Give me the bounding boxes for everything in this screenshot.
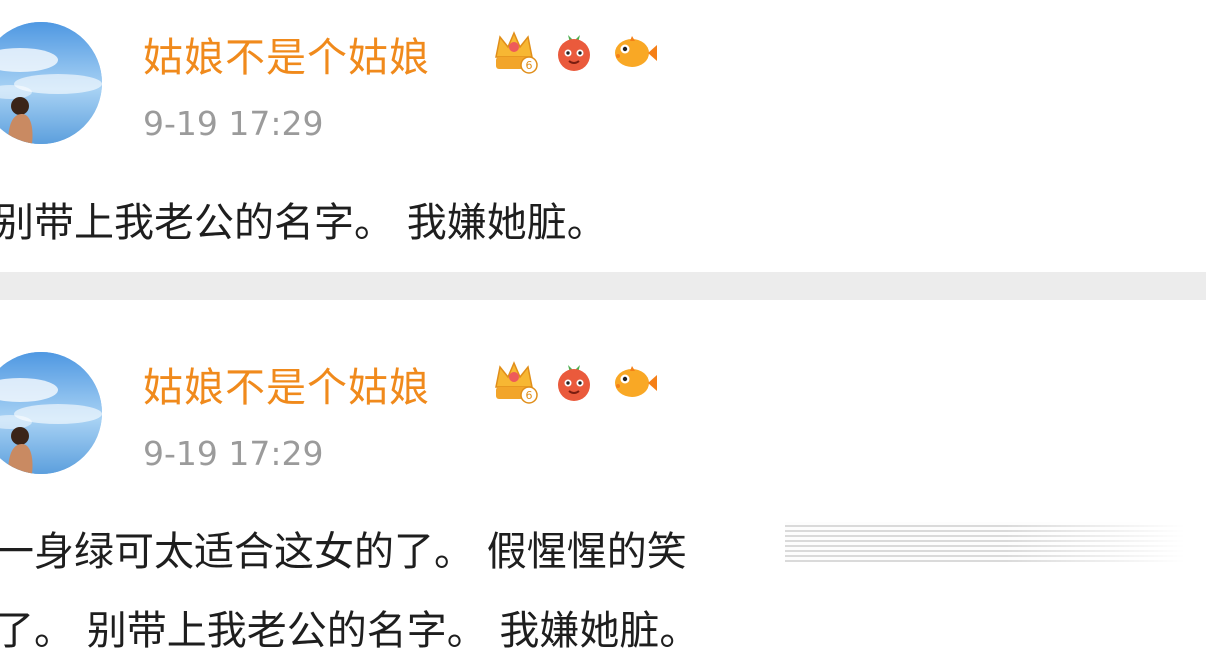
avatar[interactable]	[0, 352, 102, 474]
pufferfish-icon[interactable]	[610, 27, 658, 75]
redaction-blur	[785, 522, 1185, 562]
red-mascot-icon[interactable]	[550, 27, 598, 75]
user-badges: 6	[490, 27, 658, 75]
red-mascot-icon[interactable]	[550, 357, 598, 405]
username[interactable]: 姑娘不是个姑娘	[143, 355, 430, 413]
crown-level-badge-icon[interactable]: 6	[490, 27, 538, 75]
user-badges: 6	[490, 357, 658, 405]
crown-level-badge-icon[interactable]: 6	[490, 357, 538, 405]
post-timestamp: 9-19 17:29	[143, 434, 324, 473]
level-badge-number: 6	[526, 389, 533, 402]
section-divider	[0, 272, 1206, 300]
level-badge-number: 6	[526, 59, 533, 72]
username[interactable]: 姑娘不是个姑娘	[143, 25, 430, 83]
pufferfish-icon[interactable]	[610, 357, 658, 405]
comment-text-line: 了。 别带上我老公的名字。 我嫌她脏。	[0, 608, 700, 652]
avatar-image	[0, 352, 102, 474]
comment-text-line: 别带上我老公的名字。 我嫌她脏。	[0, 200, 607, 246]
post-timestamp: 9-19 17:29	[143, 104, 324, 143]
comment-card-1: 姑娘不是个姑娘 6 9-19 17:29 别带上我老公的名字。 我嫌她脏。	[0, 0, 1206, 272]
avatar-image	[0, 22, 102, 144]
comment-text-line: 一身绿可太适合这女的了。 假惺惺的笑	[0, 529, 687, 575]
avatar[interactable]	[0, 22, 102, 144]
comment-card-2: 姑娘不是个姑娘 6 9-19 17:29 一身绿可太适合这女的了。 假惺惺的笑 …	[0, 300, 1206, 652]
